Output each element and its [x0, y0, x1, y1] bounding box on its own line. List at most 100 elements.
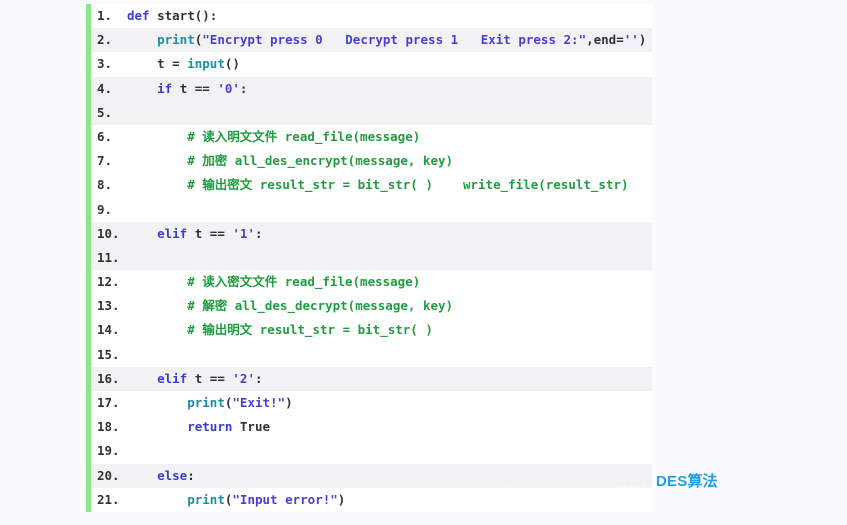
- line-content: print("Exit!"): [127, 391, 293, 415]
- token-str: '': [623, 32, 639, 48]
- line-content: elif t == '1':: [127, 222, 263, 246]
- line-number: 14.: [97, 322, 120, 338]
- token-comment: # 输出明文 result_str = bit_str( ): [127, 322, 433, 338]
- code-line: 13. # 解密 all_des_decrypt(message, key): [91, 294, 652, 319]
- line-number: 8.: [97, 177, 113, 193]
- line-content: return True: [127, 415, 270, 439]
- line-number: 1.: [97, 8, 113, 23]
- line-number: 17.: [97, 395, 120, 410]
- token-kw: if: [157, 80, 180, 96]
- code-line: 10. elif t == '1':: [91, 221, 652, 246]
- line-number: 13.: [97, 298, 120, 314]
- code-line: 7. # 加密 all_des_encrypt(message, key): [91, 149, 652, 174]
- token-punc: :: [187, 467, 195, 483]
- line-number: 4.: [97, 80, 113, 96]
- token-kw: elif: [157, 370, 195, 386]
- token-plain: t ==: [194, 225, 233, 241]
- token-comment: # 解密 all_des_decrypt(message, key): [127, 298, 454, 314]
- code-block: 1. def start(): 2. print("Encrypt press 0 …: [86, 4, 652, 512]
- line-number: 7.: [97, 153, 113, 169]
- line-content: # 输出密文 result_str = bit_str( ) write_fil…: [127, 173, 629, 197]
- line-content: t = input(): [127, 52, 240, 76]
- des-algorithm-label: DES算法: [656, 473, 718, 490]
- token-str: "Exit!": [232, 395, 286, 410]
- token-builtin: print: [157, 32, 195, 48]
- token-punc: :: [254, 370, 263, 386]
- line-number: 20.: [97, 467, 120, 483]
- line-content: # 解密 all_des_decrypt(message, key): [127, 294, 453, 318]
- token-str: "Encrypt press 0 Decrypt press 1 Exit pr…: [202, 32, 587, 48]
- token-punc: (): [224, 56, 240, 72]
- token-builtin: print: [187, 491, 225, 507]
- token-punc: ): [638, 32, 647, 48]
- token-kw: else: [157, 467, 188, 483]
- token-plain: True: [239, 419, 271, 435]
- token-punc: ): [285, 395, 293, 410]
- code-line: 5.: [91, 100, 652, 125]
- token-comment: # 读入明文文件 read_file(message): [127, 128, 421, 144]
- line-content: if t == '0':: [127, 77, 247, 101]
- code-line: 1. def start():: [91, 4, 652, 29]
- token-punc: ():: [194, 8, 218, 23]
- line-content: # 输出明文 result_str = bit_str( ): [127, 318, 433, 342]
- code-line: 14. # 输出明文 result_str = bit_str( ): [91, 318, 652, 343]
- token-str: '1': [232, 225, 255, 241]
- code-line: 2. print("Encrypt press 0 Decrypt press …: [91, 28, 652, 53]
- line-content: else:: [127, 464, 195, 488]
- token-comment: # 读入密文文件 read_file(message): [127, 274, 421, 290]
- line-content: def start():: [127, 4, 217, 28]
- line-number: 9.: [97, 201, 113, 217]
- line-number: 2.: [97, 32, 113, 48]
- token-str: '0': [217, 80, 240, 96]
- code-line: 6. # 读入明文文件 read_file(message): [91, 124, 652, 150]
- code-line: 19.: [91, 439, 652, 464]
- token-str: '2': [232, 370, 255, 386]
- token-builtin: input: [187, 56, 225, 72]
- line-number: 16.: [97, 370, 120, 386]
- line-number: 12.: [97, 274, 120, 290]
- line-number: 19.: [97, 443, 120, 459]
- token-plain: t ==: [194, 370, 233, 386]
- blog-watermark: https://blog.csdn.net/qq_47912072: [468, 485, 661, 497]
- line-content: print("Encrypt press 0 Decrypt press 1 E…: [127, 28, 646, 52]
- token-comment: # 输出密文 result_str = bit_str( ) write_fil…: [127, 177, 629, 193]
- code-line: 17. print("Exit!"): [91, 391, 652, 416]
- token-punc: :: [254, 225, 263, 241]
- line-content: # 加密 all_des_encrypt(message, key): [127, 149, 453, 173]
- line-content: print("Input error!"): [127, 488, 345, 512]
- line-number: 15.: [97, 346, 120, 362]
- token-punc: ,end=: [586, 32, 624, 48]
- line-number: 18.: [97, 419, 120, 435]
- code-line: 12. # 读入密文文件 read_file(message): [91, 270, 652, 295]
- line-number: 11.: [97, 249, 120, 265]
- code-line: 15.: [91, 342, 652, 367]
- line-number: 6.: [97, 128, 113, 144]
- token-plain: start: [157, 8, 195, 23]
- token-builtin: print: [187, 395, 225, 410]
- token-kw: return: [187, 419, 240, 435]
- code-line-list: 1. def start(): 2. print("Encrypt press 0 …: [91, 4, 652, 512]
- line-number: 3.: [97, 56, 113, 72]
- token-punc: :: [239, 80, 248, 96]
- code-line: 3. t = input(): [91, 52, 652, 77]
- code-line: 18. return True: [91, 415, 652, 440]
- code-line: 11.: [91, 245, 652, 271]
- code-line: 8. # 输出密文 result_str = bit_str( ) write_…: [91, 173, 652, 198]
- code-line: 9.: [91, 197, 652, 222]
- token-kw: elif: [157, 225, 195, 241]
- token-plain: t ==: [179, 80, 218, 96]
- line-number: 21.: [97, 491, 120, 507]
- code-line: 4. if t == '0':: [91, 76, 652, 101]
- code-line: 16. elif t == '2':: [91, 366, 652, 391]
- token-plain: t =: [127, 56, 188, 72]
- token-str: "Input error!": [232, 491, 338, 507]
- token-punc: ): [337, 491, 346, 507]
